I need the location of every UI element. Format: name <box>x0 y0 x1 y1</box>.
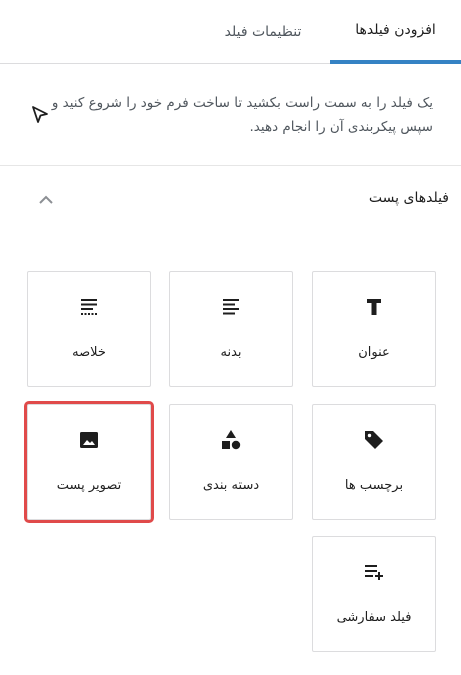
image-icon <box>80 432 98 448</box>
post-fields-header[interactable]: فیلدهای پست <box>0 184 461 218</box>
excerpt-lines-icon <box>81 299 97 315</box>
list-add-icon <box>365 565 383 580</box>
field-categories-label: دسته بندی <box>202 478 260 493</box>
field-excerpt-label: خلاصه <box>72 345 106 360</box>
field-title[interactable]: عنوان <box>312 271 436 387</box>
post-fields-title: فیلدهای پست <box>368 190 449 206</box>
field-custom-label: فیلد سفارشی <box>336 610 412 625</box>
align-justify-icon <box>223 299 239 315</box>
field-categories[interactable]: دسته بندی <box>169 404 293 520</box>
field-body-label: بدنه <box>220 345 242 360</box>
cursor-arrow-icon <box>32 106 48 123</box>
field-excerpt[interactable]: خلاصه <box>27 271 151 387</box>
tab-bar: افزودن فیلدها تنظیمات فیلد <box>0 0 461 64</box>
tab-add-fields[interactable]: افزودن فیلدها <box>330 0 461 64</box>
drag-hint-text: یک فیلد را به سمت راست بکشید تا ساخت فرم… <box>51 95 433 135</box>
field-tags-label: برچسب ها <box>344 478 404 493</box>
field-tags[interactable]: برچسب ها <box>312 404 436 520</box>
drag-hint-panel: یک فیلد را به سمت راست بکشید تا ساخت فرم… <box>0 65 461 166</box>
field-custom[interactable]: فیلد سفارشی <box>312 536 436 652</box>
tab-field-settings-label: تنظیمات فیلد <box>224 24 302 40</box>
field-featured-image[interactable]: تصویر پست <box>24 401 154 523</box>
tab-field-settings[interactable]: تنظیمات فیلد <box>196 0 330 64</box>
field-body[interactable]: بدنه <box>169 271 293 387</box>
field-title-label: عنوان <box>358 345 390 360</box>
tab-add-fields-label: افزودن فیلدها <box>355 22 436 38</box>
shapes-icon <box>222 430 241 450</box>
chevron-up-icon[interactable] <box>36 190 56 210</box>
text-t-icon <box>367 299 381 315</box>
field-featured-image-label: تصویر پست <box>56 478 122 493</box>
tag-icon <box>365 431 383 449</box>
